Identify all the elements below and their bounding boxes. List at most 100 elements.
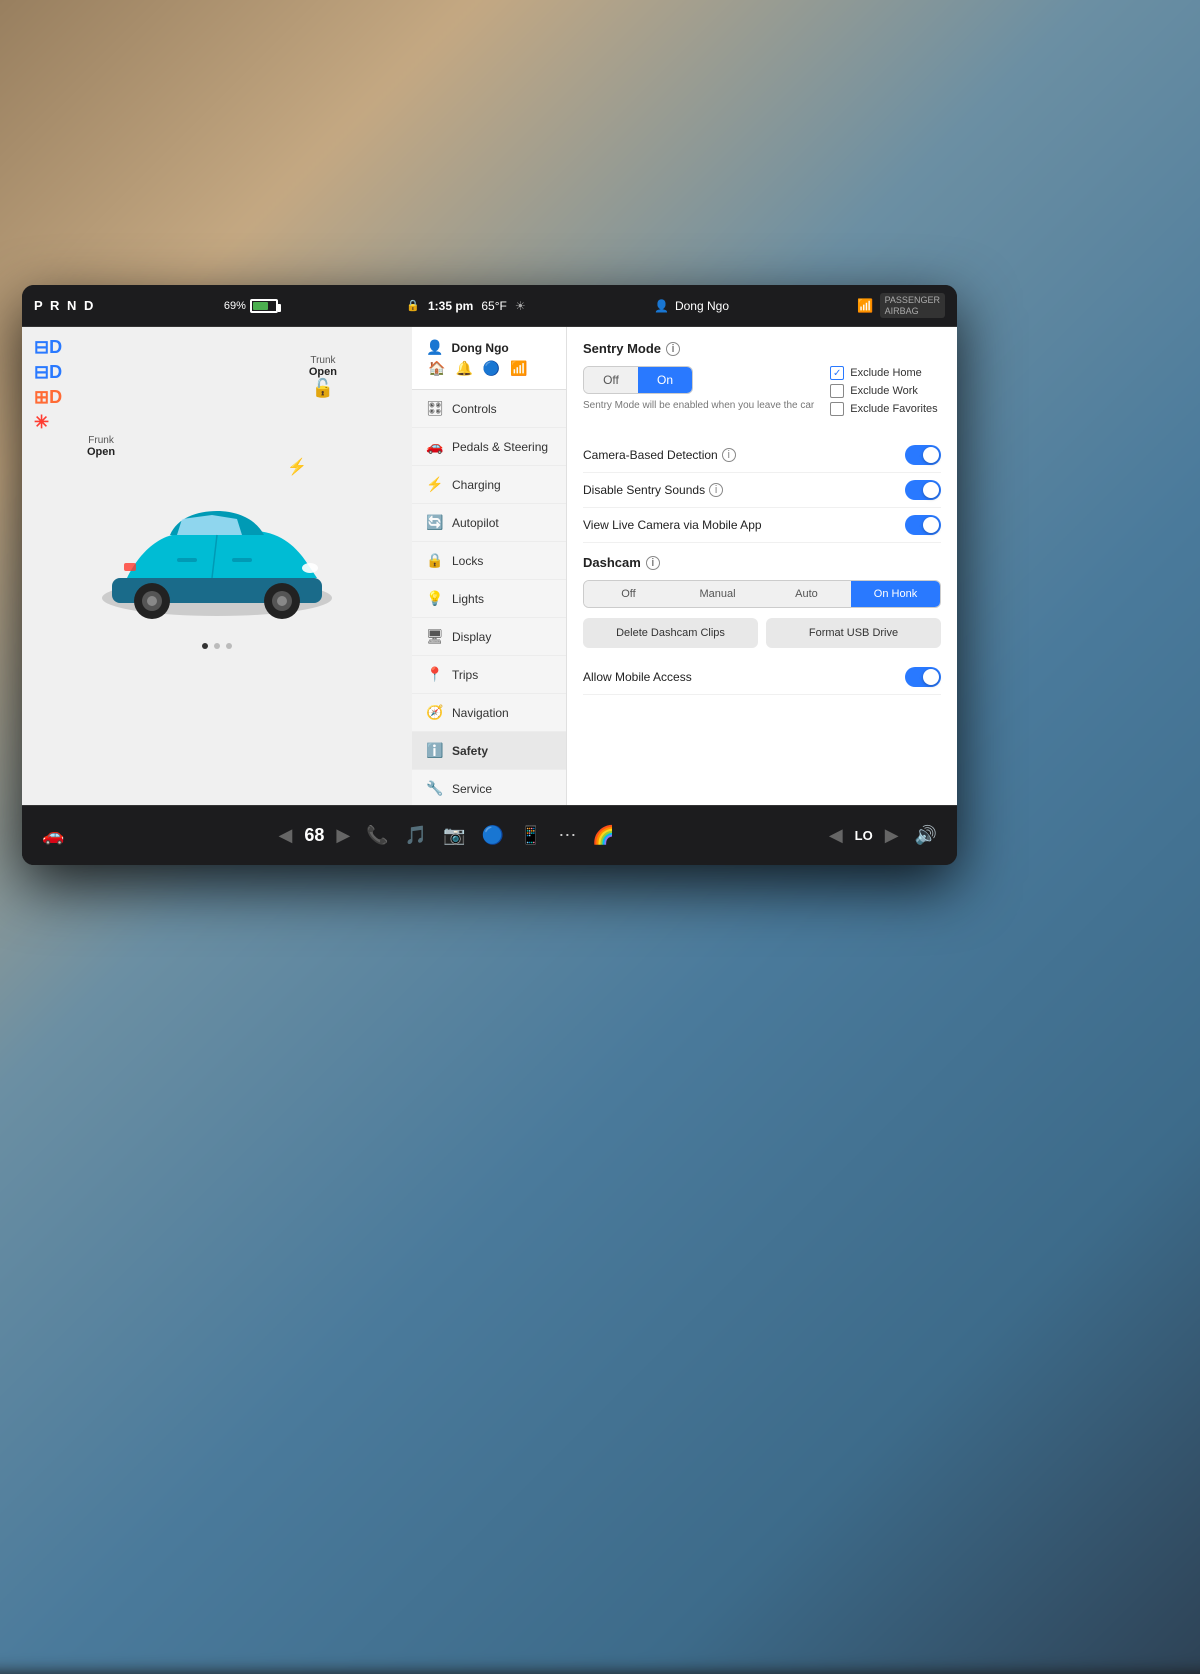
sidebar-item-safety[interactable]: ℹ️ Safety [412,732,566,770]
bell-icon[interactable]: 🔔 [455,360,472,377]
exclude-work-item[interactable]: Exclude Work [830,384,941,398]
camera-nav-icon[interactable]: 📷 [439,821,469,850]
user-avatar-icon: 👤 [426,339,443,356]
wifi-status-icon[interactable]: 📶 [510,360,527,377]
sidebar-item-lights[interactable]: 💡 Lights [412,580,566,618]
sentry-off-button[interactable]: Off [584,367,638,393]
sidebar-item-display[interactable]: 🖥 Display [412,618,566,656]
battery-indicator: 69% [224,299,278,313]
sidebar-item-trips[interactable]: 📍 Trips [412,656,566,694]
dashcam-info-icon[interactable]: i [646,556,660,570]
lights-icon: 💡 [426,590,442,607]
home-icon[interactable]: 🏠 [428,360,445,377]
charging-label: Charging [452,478,501,492]
car-svg [82,483,352,633]
service-icon: 🔧 [426,780,442,797]
sentry-onoff-group[interactable]: Off On [583,366,693,394]
sentry-toggle-area: Off On Sentry Mode will be enabled when … [583,366,814,428]
gear-indicators: ⊟D ⊟D ⊞D ✳ [34,337,62,433]
exclude-favorites-item[interactable]: Exclude Favorites [830,402,941,416]
music-nav-icon[interactable]: 🎵 [401,821,431,850]
navigation-label: Navigation [452,706,509,720]
sidebar-item-autopilot[interactable]: 🔄 Autopilot [412,504,566,542]
controls-icon: 🎛 [426,400,442,417]
forward-arrow-icon[interactable]: ▶ [332,821,354,850]
gear-r: ✳ [34,412,62,433]
sidebar-item-pedals[interactable]: 🚗 Pedals & Steering [412,428,566,466]
sidebar-item-controls[interactable]: 🎛 Controls [412,390,566,428]
battery-fill [253,302,269,310]
volume-display: LO [855,828,873,843]
car-visualization [22,483,412,633]
temperature: 65°F [481,299,506,313]
frunk-label: Frunk [87,435,115,446]
settings-sidebar: 👤 Dong Ngo 🏠 🔔 🔵 📶 🎛 Controls 🚗 Pedals &… [412,327,567,805]
sidebar-item-navigation[interactable]: 🧭 Navigation [412,694,566,732]
dashcam-mode-group[interactable]: Off Manual Auto On Honk [583,580,941,608]
trunk-value: Open [309,366,337,378]
delete-clips-button[interactable]: Delete Dashcam Clips [583,618,758,648]
sidebar-item-charging[interactable]: ⚡ Charging [412,466,566,504]
right-status-icons: 📶 PASSENGERAIRBAG [857,293,945,319]
volume-back-arrow[interactable]: ◀ [825,821,847,850]
passenger-airbag-badge: PASSENGERAIRBAG [880,293,945,319]
dashcam-manual-button[interactable]: Manual [673,581,762,607]
exclude-home-item[interactable]: ✓ Exclude Home [830,366,941,380]
phone-icon[interactable]: 📞 [362,821,392,850]
colorwheel-icon[interactable]: 🌈 [588,821,618,850]
exclude-work-checkbox[interactable] [830,384,844,398]
sidebar-item-locks[interactable]: 🔒 Locks [412,542,566,580]
taskbar-right: ◀ LO ▶ 🔊 [825,821,941,850]
user-quick-icons[interactable]: 🏠 🔔 🔵 📶 [426,360,552,377]
sentry-exclude-options: ✓ Exclude Home Exclude Work Exclude Favo… [830,366,941,428]
bluetooth-icon[interactable]: 🔵 [483,360,500,377]
taskbar-left: 🚗 [38,821,68,850]
live-camera-row: View Live Camera via Mobile App [583,508,941,543]
camera-detection-label-group: Camera-Based Detection i [583,448,736,462]
car-nav-icon[interactable]: 🚗 [38,821,68,850]
autopilot-icon: 🔄 [426,514,442,531]
user-info: 👤 Dong Ngo [654,299,729,313]
back-arrow-icon[interactable]: ◀ [275,821,297,850]
sentry-sounds-label-group: Disable Sentry Sounds i [583,483,723,497]
camera-detection-toggle[interactable] [905,445,941,465]
frunk-value: Open [87,446,115,458]
dashcam-auto-button[interactable]: Auto [762,581,851,607]
trunk-icon: 🔓 [312,378,334,398]
volume-forward-arrow[interactable]: ▶ [881,821,903,850]
exclude-favorites-checkbox[interactable] [830,402,844,416]
temp-icon: ☀ [515,299,526,313]
autopilot-label: Autopilot [452,516,499,530]
prnd-display: P R N D [34,298,95,313]
dashcam-title: Dashcam i [583,555,941,570]
mobile-access-toggle[interactable] [905,667,941,687]
pedals-label: Pedals & Steering [452,440,548,454]
locks-icon: 🔒 [426,552,442,569]
live-camera-label-group: View Live Camera via Mobile App [583,518,762,532]
sentry-mode-title: Sentry Mode i [583,341,941,356]
sentry-description: Sentry Mode will be enabled when you lea… [583,400,814,411]
time-temp-display: 🔒 1:35 pm 65°F ☀ [406,299,525,313]
sidebar-user-name: Dong Ngo [451,341,508,355]
dashcam-off-button[interactable]: Off [584,581,673,607]
speed-display: 68 [304,825,324,846]
format-usb-button[interactable]: Format USB Drive [766,618,941,648]
volume-icon[interactable]: 🔊 [911,821,941,850]
sentry-top-controls: Off On Sentry Mode will be enabled when … [583,366,941,428]
sidebar-item-service[interactable]: 🔧 Service [412,770,566,805]
dashcam-onhonk-button[interactable]: On Honk [851,581,940,607]
camera-detection-info-icon[interactable]: i [722,448,736,462]
sentry-on-button[interactable]: On [638,367,692,393]
sentry-info-icon[interactable]: i [666,342,680,356]
apps-icon[interactable]: 📱 [516,821,546,850]
safety-label: Safety [452,744,488,758]
bluetooth-taskbar-icon[interactable]: 🔵 [477,821,507,850]
trunk-indicator: Trunk Open 🔓 [309,355,337,399]
left-panel: ⊟D ⊟D ⊞D ✳ Trunk Open 🔓 Frunk Open ⚡ [22,327,412,805]
sentry-sounds-toggle[interactable] [905,480,941,500]
exclude-home-checkbox[interactable]: ✓ [830,366,844,380]
gear-n: ⊞D [34,387,62,408]
sentry-sounds-info-icon[interactable]: i [709,483,723,497]
live-camera-toggle[interactable] [905,515,941,535]
more-icon[interactable]: ⋯ [554,821,580,850]
